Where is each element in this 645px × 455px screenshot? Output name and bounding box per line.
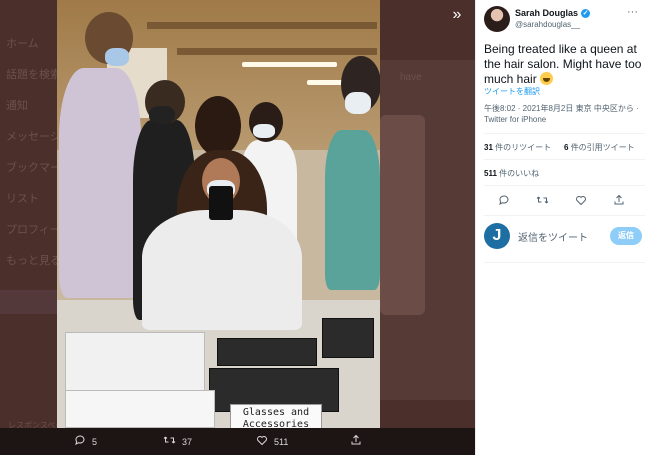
photo-phone xyxy=(209,186,233,220)
tweet-text-body: Being treated like a queen at the hair s… xyxy=(484,42,642,86)
verified-badge-icon: ✓ xyxy=(581,8,591,18)
photo-stylist-right xyxy=(325,130,380,290)
photo-mask xyxy=(345,92,371,114)
background-text: have xyxy=(400,72,422,83)
likes-label: 件のいいね xyxy=(499,169,540,178)
reply-input[interactable]: 返信をツイート xyxy=(518,229,588,244)
retweets-label: 件のリツイート xyxy=(495,143,552,152)
media-action-bar: 5 37 511 xyxy=(0,428,475,455)
reply-avatar: J xyxy=(484,223,510,249)
tweet-actions xyxy=(484,194,639,208)
quotes-label: 件の引用ツイート xyxy=(570,143,635,152)
media-reply-count: 5 xyxy=(92,437,98,447)
divider xyxy=(484,159,645,160)
expand-panel-icon[interactable]: » xyxy=(446,6,468,26)
photo-mask xyxy=(105,48,129,66)
reply-button[interactable]: 返信 xyxy=(610,227,642,245)
retweet-icon xyxy=(163,434,176,450)
retweet-icon[interactable] xyxy=(536,194,549,208)
photo-tray xyxy=(65,390,215,428)
divider xyxy=(484,262,645,263)
heart-icon[interactable] xyxy=(575,194,587,208)
photo-mask xyxy=(253,124,275,138)
photo-stylist-left xyxy=(59,68,141,298)
photo-beam xyxy=(147,22,377,29)
avatar[interactable] xyxy=(484,6,510,32)
author-name-text: Sarah Douglas xyxy=(515,8,579,18)
share-icon xyxy=(350,434,362,450)
likes-stat[interactable]: 511 件のいいね xyxy=(484,168,539,179)
media-retweet-button[interactable]: 37 xyxy=(163,435,192,449)
photo-salon-cape xyxy=(142,210,302,330)
heart-icon xyxy=(256,434,268,450)
tweet-text: Being treated like a queen at the hair s… xyxy=(484,42,642,87)
reply-composer: J 返信をツイート 返信 xyxy=(484,223,645,251)
reply-icon xyxy=(74,434,86,450)
tweet-photo[interactable]: Glasses and Accessories xyxy=(57,0,380,428)
retweets-count: 31 xyxy=(484,143,493,152)
media-retweet-count: 37 xyxy=(182,437,193,447)
media-reply-button[interactable]: 5 xyxy=(74,435,97,449)
divider xyxy=(484,215,645,216)
photo-black-box xyxy=(322,318,374,358)
photo-beam xyxy=(177,48,377,55)
share-icon[interactable] xyxy=(613,194,625,208)
photo-tray xyxy=(65,332,205,392)
divider xyxy=(484,185,645,186)
retweets-stat[interactable]: 31 件のリツイート xyxy=(484,142,551,153)
media-share-button[interactable] xyxy=(350,434,362,450)
photo-hair-bun xyxy=(195,96,241,156)
tweet-meta[interactable]: 午後8:02 · 2021年8月2日 東京 中央区から · Twitter fo… xyxy=(484,103,642,125)
divider xyxy=(484,133,645,134)
photo-black-box xyxy=(217,338,317,366)
background-tweet-button xyxy=(0,290,60,314)
translate-tweet-link[interactable]: ツイートを翻訳 xyxy=(484,86,540,97)
quotes-count: 6 xyxy=(564,143,569,152)
grinning-emoji-icon xyxy=(540,72,554,85)
likes-count: 511 xyxy=(484,169,497,178)
author-name[interactable]: Sarah Douglas ✓ xyxy=(515,8,591,18)
more-options-icon[interactable]: ··· xyxy=(627,6,638,18)
photo-ceiling-light xyxy=(242,62,337,67)
photo-mask xyxy=(149,106,175,124)
background-card xyxy=(380,115,425,315)
reply-icon[interactable] xyxy=(498,194,510,208)
author-handle[interactable]: @sarahdouglas__ xyxy=(515,20,580,29)
media-like-count: 511 xyxy=(274,437,289,447)
photo-accessories-sign: Glasses and Accessories xyxy=(230,404,322,428)
media-like-button[interactable]: 511 xyxy=(256,435,288,449)
quotes-stat[interactable]: 6 件の引用ツイート xyxy=(564,142,635,153)
